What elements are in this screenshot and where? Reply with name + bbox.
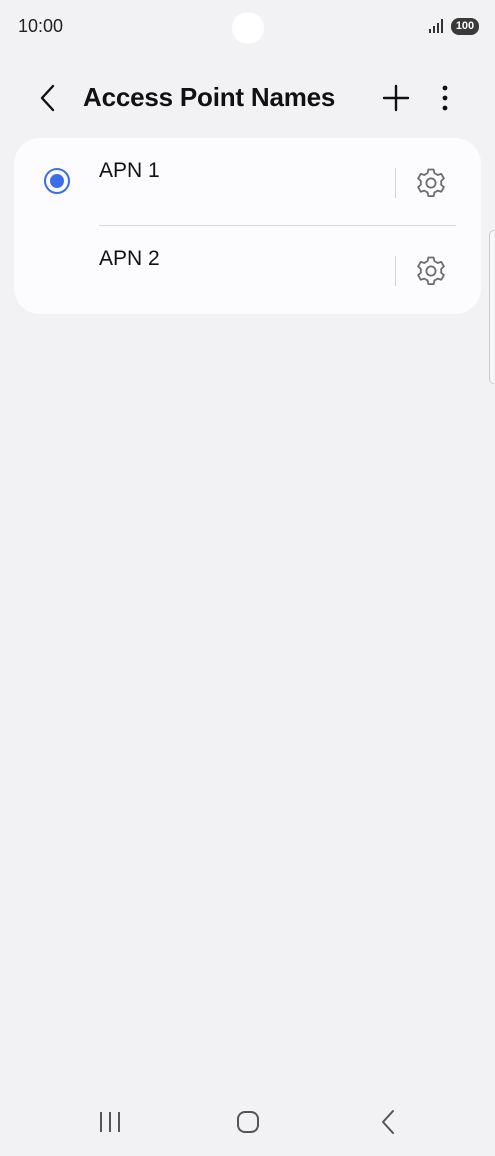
apn-list-item[interactable]: APN 1 [14,138,481,226]
home-icon [237,1111,259,1133]
back-icon [382,1110,394,1134]
apn-label: APN 2 [99,247,160,270]
apn-list-item[interactable]: APN 2 [14,226,481,314]
more-options-button[interactable] [428,78,462,118]
signal-icon [429,19,443,33]
nav-back-button[interactable] [368,1104,408,1140]
divider [395,168,396,198]
divider [395,256,396,286]
apn-settings-button[interactable] [410,162,452,204]
radio-dot [50,174,64,188]
navigation-bar [0,1090,495,1156]
plus-icon [382,84,410,112]
app-bar: Access Point Names [0,70,495,126]
apn-list: APN 1 APN 2 [14,138,481,314]
recents-button[interactable] [90,1104,130,1140]
camera-cutout [232,12,264,44]
gear-icon [417,256,445,285]
status-bar: 10:00 100 [0,0,495,56]
battery-icon: 100 [451,18,479,35]
status-time: 10:00 [18,16,64,36]
back-button[interactable] [28,78,68,118]
gear-icon [417,168,445,197]
more-vertical-icon [442,85,448,111]
back-arrow-icon [40,84,55,112]
battery-level: 100 [455,20,475,32]
scroll-indicator[interactable] [489,230,494,384]
add-apn-button[interactable] [376,78,416,118]
home-button[interactable] [228,1104,268,1140]
recents-icon [100,1112,120,1132]
page-title: Access Point Names [83,82,336,112]
radio-selected[interactable] [44,168,70,194]
apn-settings-button[interactable] [410,250,452,292]
apn-label: APN 1 [99,159,160,182]
